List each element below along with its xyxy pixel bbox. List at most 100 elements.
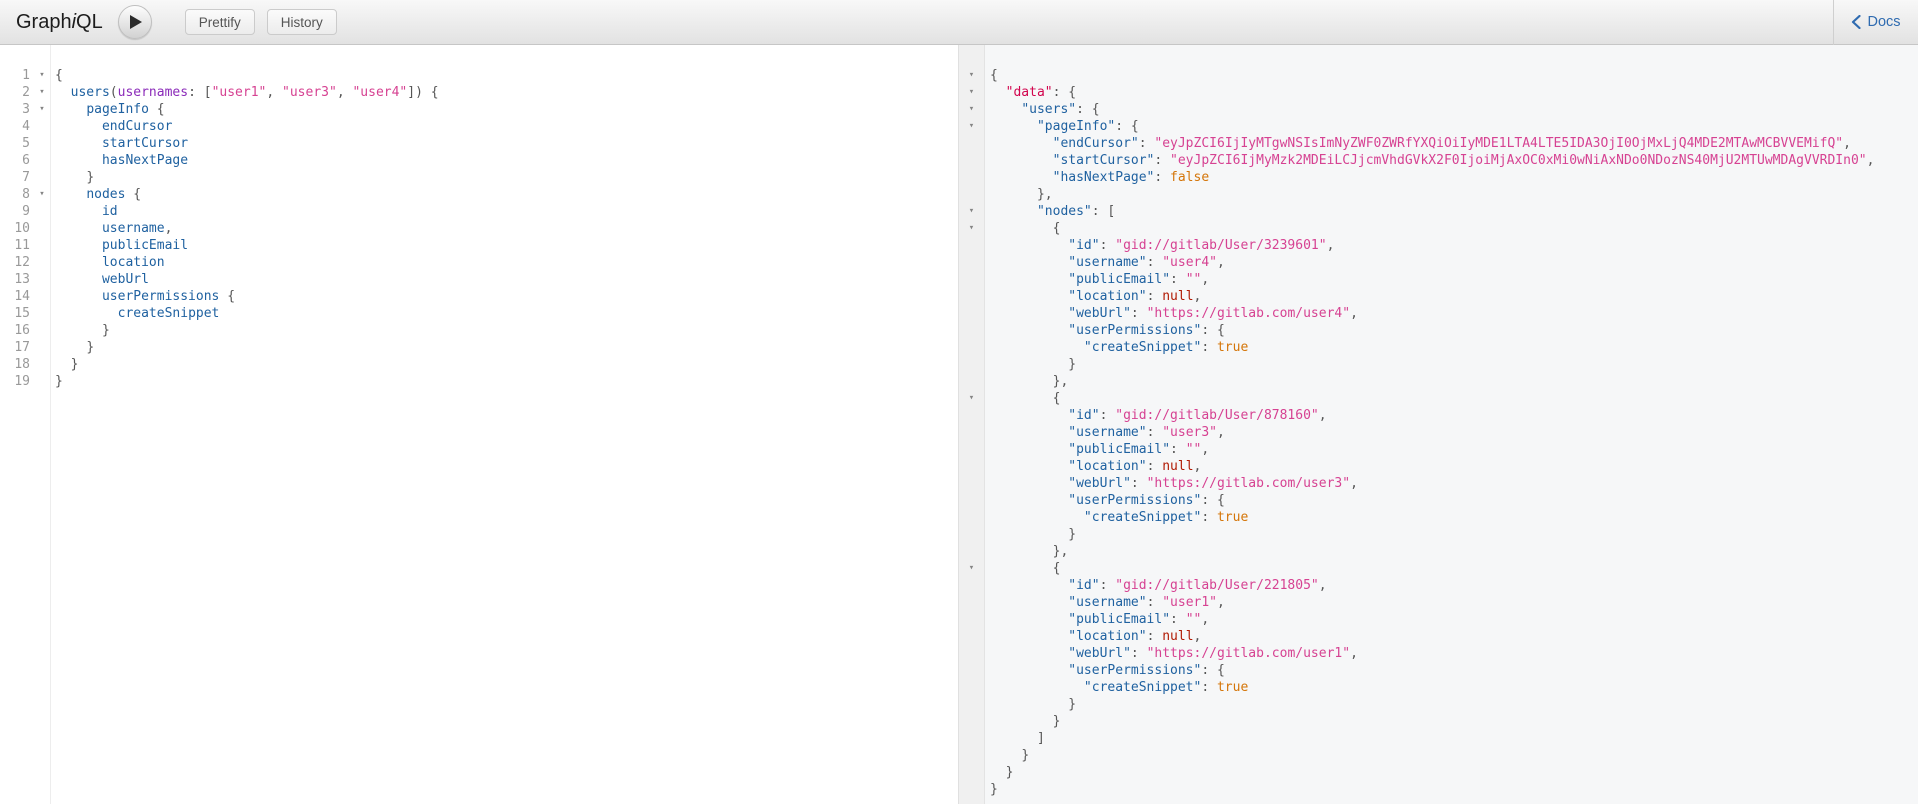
code-text: "endCursor": "eyJpZCI6IjIyMTgwNSIsImNyZW… [984,135,1851,152]
code-text: "username": "user1", [984,594,1225,611]
query-editor[interactable]: 1▾{2▾ users(usernames: ["user1", "user3"… [0,45,959,804]
code-line[interactable]: 12 location [0,254,958,271]
code-token: : [1076,102,1084,117]
code-line[interactable]: 1▾{ [0,67,958,84]
code-token [990,119,1037,134]
fold-gutter-cell [34,288,50,305]
code-line[interactable]: 6 hasNextPage [0,152,958,169]
code-token: startCursor [102,136,188,151]
code-token [990,578,1068,593]
fold-arrow-icon[interactable]: ▾ [959,84,984,101]
fold-gutter-cell [959,322,984,339]
fold-gutter-cell [959,492,984,509]
code-token [990,510,1084,525]
code-line[interactable]: 11 publicEmail [0,237,958,254]
line-number: 2 [0,84,34,101]
code-token: }, [1053,544,1069,559]
code-token: "user3" [282,85,337,100]
result-line: "startCursor": "eyJpZCI6IjMyMzk2MDEiLCJj… [959,152,1918,169]
code-line[interactable]: 10 username, [0,220,958,237]
code-token: } [55,374,63,389]
fold-arrow-icon[interactable]: ▾ [34,84,50,101]
code-text: createSnippet [50,305,219,322]
fold-gutter-cell [959,611,984,628]
code-token [55,204,102,219]
code-token [990,187,1037,202]
code-token [1178,442,1186,457]
logo-text-graph: Graph [16,11,72,33]
fold-arrow-icon[interactable]: ▾ [959,67,984,84]
code-token: publicEmail [102,238,188,253]
code-token: id [102,204,118,219]
fold-arrow-icon[interactable]: ▾ [34,186,50,203]
docs-button[interactable]: Docs [1833,0,1918,45]
code-token [55,153,102,168]
fold-gutter-cell [34,152,50,169]
code-line[interactable]: 8▾ nodes { [0,186,958,203]
code-token: pageInfo [86,102,149,117]
code-token [990,748,1021,763]
fold-arrow-icon[interactable]: ▾ [959,390,984,407]
history-button[interactable]: History [267,9,337,35]
code-text: ] [984,730,1045,747]
result-line: "publicEmail": "", [959,611,1918,628]
code-token [990,629,1068,644]
code-line[interactable]: 5 startCursor [0,135,958,152]
code-line[interactable]: 9 id [0,203,958,220]
result-line: "username": "user3", [959,424,1918,441]
query-code-area[interactable]: 1▾{2▾ users(usernames: ["user1", "user3"… [0,45,958,390]
code-line[interactable]: 3▾ pageInfo { [0,101,958,118]
code-line[interactable]: 7 } [0,169,958,186]
code-token: { [1053,221,1061,236]
fold-gutter-cell [959,526,984,543]
fold-gutter-cell [959,135,984,152]
result-line: } [959,356,1918,373]
result-line: }, [959,373,1918,390]
code-text: "publicEmail": "", [984,271,1209,288]
chevron-left-icon [1851,15,1861,29]
code-line[interactable]: 15 createSnippet [0,305,958,322]
code-token: "eyJpZCI6IjMyMzk2MDEiLCJjcmVhdGVkX2F0Ijo… [1170,153,1867,168]
code-token [990,493,1068,508]
fold-arrow-icon[interactable]: ▾ [959,101,984,118]
code-token: hasNextPage [102,153,188,168]
code-line[interactable]: 13 webUrl [0,271,958,288]
fold-arrow-icon[interactable]: ▾ [959,203,984,220]
prettify-button[interactable]: Prettify [185,9,255,35]
fold-arrow-icon[interactable]: ▾ [959,118,984,135]
result-line: ▾ { [959,390,1918,407]
code-token [55,238,102,253]
code-token: { [1053,391,1061,406]
code-text: "startCursor": "eyJpZCI6IjMyMzk2MDEiLCJj… [984,152,1874,169]
fold-arrow-icon[interactable]: ▾ [34,101,50,118]
code-token: "startCursor" [1053,153,1155,168]
execute-button[interactable] [118,5,152,39]
code-token: "" [1186,442,1202,457]
code-line[interactable]: 4 endCursor [0,118,958,135]
result-line: "webUrl": "https://gitlab.com/user3", [959,475,1918,492]
code-line[interactable]: 18 } [0,356,958,373]
code-line[interactable]: 19} [0,373,958,390]
result-line: } [959,747,1918,764]
result-line: ▾ { [959,560,1918,577]
code-text: { [984,220,1060,237]
code-token: "location" [1068,289,1146,304]
code-text: username, [50,220,172,237]
code-token [990,697,1068,712]
code-token: { [157,102,165,117]
code-line[interactable]: 2▾ users(usernames: ["user1", "user3", "… [0,84,958,101]
fold-gutter-cell [959,254,984,271]
code-token: : [1201,323,1209,338]
code-text: } [50,373,63,390]
code-line[interactable]: 14 userPermissions { [0,288,958,305]
code-token [55,340,86,355]
code-text: } [50,322,110,339]
code-token: } [1068,357,1076,372]
fold-gutter-cell [34,135,50,152]
result-line: "userPermissions": { [959,662,1918,679]
code-line[interactable]: 16 } [0,322,958,339]
fold-arrow-icon[interactable]: ▾ [959,220,984,237]
fold-arrow-icon[interactable]: ▾ [959,560,984,577]
fold-arrow-icon[interactable]: ▾ [34,67,50,84]
code-line[interactable]: 17 } [0,339,958,356]
